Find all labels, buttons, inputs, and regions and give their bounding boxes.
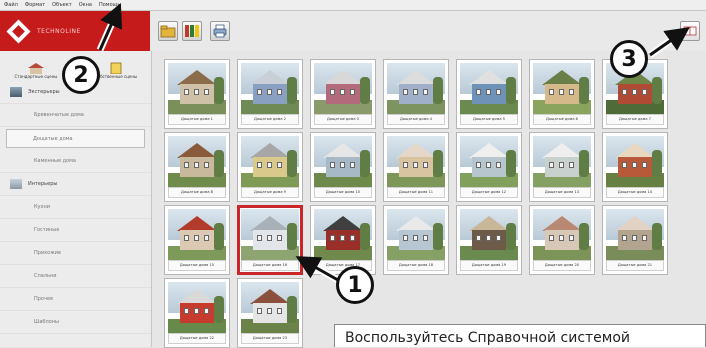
callout-1: 1 [336,266,374,304]
callout-3: 3 [610,40,648,78]
help-note: Воспользуйтесь Справочной системой [334,324,706,347]
callout-2: 2 [62,56,100,94]
